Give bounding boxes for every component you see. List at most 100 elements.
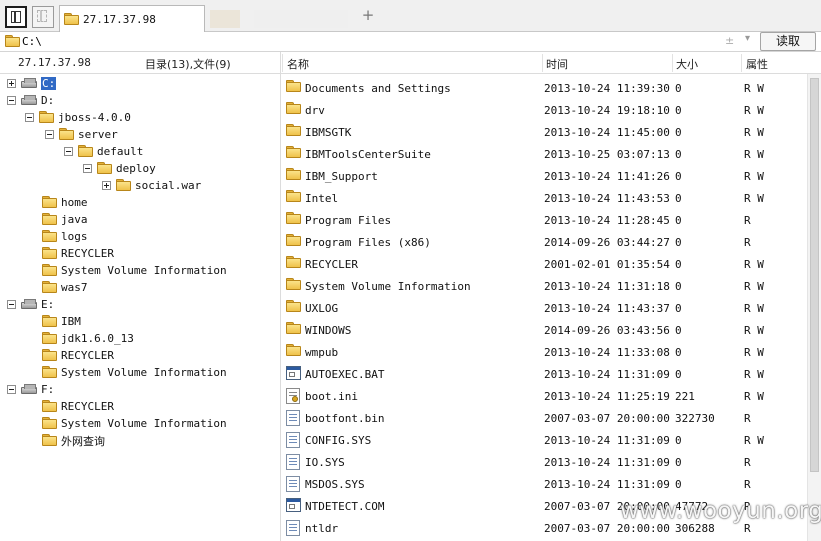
history-dropdown-button[interactable]: ± [725,34,734,47]
collapse-icon[interactable] [7,300,16,309]
expand-icon[interactable] [102,181,111,190]
file-row[interactable]: UXLOG 2013-10-24 11:43:37 0 R W [281,297,807,319]
tree-item[interactable]: RECYCLER [42,398,114,415]
scrollbar-thumb[interactable] [810,78,819,472]
watermark: www.wooyun.org [620,498,821,524]
column-header-name[interactable]: 名称 [287,56,309,72]
new-tab-button[interactable]: + [361,7,375,23]
column-header-attributes[interactable]: 属性 [746,56,768,72]
tree-item[interactable]: IBM [42,313,81,330]
tree-item[interactable]: java [42,211,88,228]
file-row[interactable]: AUTOEXEC.BAT 2013-10-24 11:31:09 0 R W [281,363,807,385]
tree-item[interactable]: E: [7,296,54,313]
folder-icon [42,434,57,447]
read-button[interactable]: 读取 [760,32,816,51]
tree-item[interactable]: default [64,143,143,160]
collapse-icon[interactable] [64,147,73,156]
tab-active[interactable]: 27.17.37.98 [59,5,205,32]
file-row[interactable]: Documents and Settings 2013-10-24 11:39:3… [281,77,807,99]
tree-item[interactable]: System Volume Information [42,415,227,432]
file-attributes: R W [744,390,764,403]
tree-item-label: RECYCLER [61,349,114,362]
file-row[interactable]: System Volume Information 2013-10-24 11:3… [281,275,807,297]
tree-item[interactable]: System Volume Information [42,364,227,381]
tree-item[interactable]: RECYCLER [42,347,114,364]
tree-item-label: System Volume Information [61,366,227,379]
file-time: 2014-09-26 03:44:27 [544,236,670,249]
column-separator [542,54,543,72]
tree-item[interactable]: jdk1.6.0_13 [42,330,134,347]
file-list-scrollbar[interactable] [807,74,821,541]
column-header-time[interactable]: 时间 [546,56,568,72]
folder-icon [42,315,57,328]
file-size: 0 [675,280,682,293]
tree-item[interactable]: was7 [42,279,88,296]
folder-icon [286,322,301,335]
collapse-icon[interactable] [83,164,92,173]
chevron-down-icon[interactable]: ▾ [745,33,750,44]
file-row[interactable]: IO.SYS 2013-10-24 11:31:09 0 R [281,451,807,473]
collapse-icon[interactable] [7,96,16,105]
collapse-icon[interactable] [45,130,54,139]
tree-item[interactable]: System Volume Information [42,262,227,279]
file-row[interactable]: drv 2013-10-24 19:18:10 0 R W [281,99,807,121]
file-row[interactable]: IBMToolsCenterSuite 2013-10-25 03:07:13 0 R… [281,143,807,165]
file-row[interactable]: wmpub 2013-10-24 11:33:08 0 R W [281,341,807,363]
tree-item[interactable]: deploy [83,160,156,177]
file-row[interactable]: CONFIG.SYS 2013-10-24 11:31:09 0 R W [281,429,807,451]
host-label: 27.17.37.98 [18,56,91,69]
file-name: IBMSGTK [305,126,352,139]
file-list: Documents and Settings 2013-10-24 11:39:3… [281,74,807,541]
tree-item-label: jdk1.6.0_13 [61,332,134,345]
tab-blurred[interactable] [210,10,240,28]
file-time: 2007-03-07 20:00:00 [544,412,670,425]
tree-item-label: deploy [116,162,156,175]
file-row[interactable]: RECYCLER 2001-02-01 01:35:54 0 R W [281,253,807,275]
file-attributes: R W [744,192,764,205]
tree-item[interactable]: home [42,194,88,211]
tree-item-label: RECYCLER [61,247,114,260]
file-row[interactable]: IBM_Support 2013-10-24 11:41:26 0 R W [281,165,807,187]
panel-icon [11,11,21,23]
collapse-icon[interactable] [25,113,34,122]
folder-icon [286,146,301,159]
folder-icon [286,344,301,357]
file-time: 2014-09-26 03:43:56 [544,324,670,337]
tree-item[interactable]: 外网查询 [42,432,105,449]
file-size: 0 [675,170,682,183]
address-bar: ± ▾ 读取 [0,32,821,52]
file-time: 2013-10-24 11:31:09 [544,456,670,469]
tab-blurred[interactable] [254,10,348,28]
tree-item[interactable]: logs [42,228,88,245]
expand-icon[interactable] [7,79,16,88]
tree-item[interactable]: social.war [102,177,201,194]
tree-item[interactable]: jboss-4.0.0 [25,109,131,126]
folder-icon [42,332,57,345]
collapse-icon[interactable] [7,385,16,394]
file-row[interactable]: Intel 2013-10-24 11:43:53 0 R W [281,187,807,209]
file-time: 2013-10-24 11:45:00 [544,126,670,139]
file-row[interactable]: IBMSGTK 2013-10-24 11:45:00 0 R W [281,121,807,143]
file-size: 0 [675,82,682,95]
tree-item-label: 外网查询 [61,434,105,448]
file-name: IBM_Support [305,170,378,183]
tree-item[interactable]: server [45,126,118,143]
file-name: RECYCLER [305,258,358,271]
file-attributes: R [744,236,751,249]
file-row[interactable]: Program Files 2013-10-24 11:28:45 0 R [281,209,807,231]
file-time: 2013-10-24 11:43:53 [544,192,670,205]
file-row[interactable]: MSDOS.SYS 2013-10-24 11:31:09 0 R [281,473,807,495]
file-row[interactable]: bootfont.bin 2007-03-07 20:00:00 322730 R [281,407,807,429]
column-header-size[interactable]: 大小 [676,56,698,72]
tree-item[interactable]: RECYCLER [42,245,114,262]
tree-item[interactable]: C: [7,75,57,92]
tree-item[interactable]: F: [7,381,54,398]
file-name: bootfont.bin [305,412,385,425]
file-row[interactable]: WINDOWS 2014-09-26 03:43:56 0 R W [281,319,807,341]
tree-item[interactable]: D: [7,92,54,109]
file-row[interactable]: boot.ini 2013-10-24 11:25:19 221 R W [281,385,807,407]
new-window-button[interactable] [32,6,54,28]
file-row[interactable]: Program Files (x86) 2014-09-26 03:44:27 0 R [281,231,807,253]
path-input[interactable] [22,33,744,50]
sidebar-toggle-button[interactable] [5,6,27,28]
